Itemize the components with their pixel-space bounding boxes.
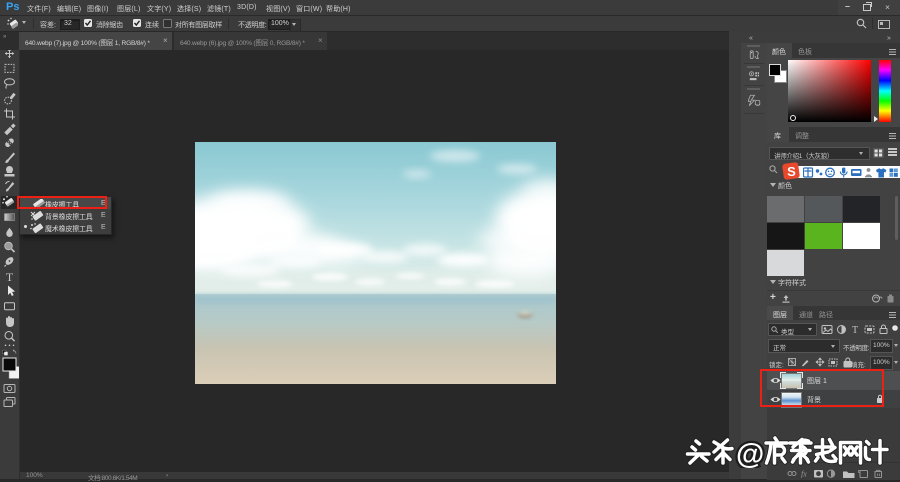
- svg-text:fx: fx: [801, 470, 807, 479]
- svg-text:T: T: [852, 325, 858, 335]
- svg-text:@: @: [736, 439, 764, 469]
- svg-text:T: T: [6, 270, 14, 284]
- svg-text:S: S: [787, 164, 796, 179]
